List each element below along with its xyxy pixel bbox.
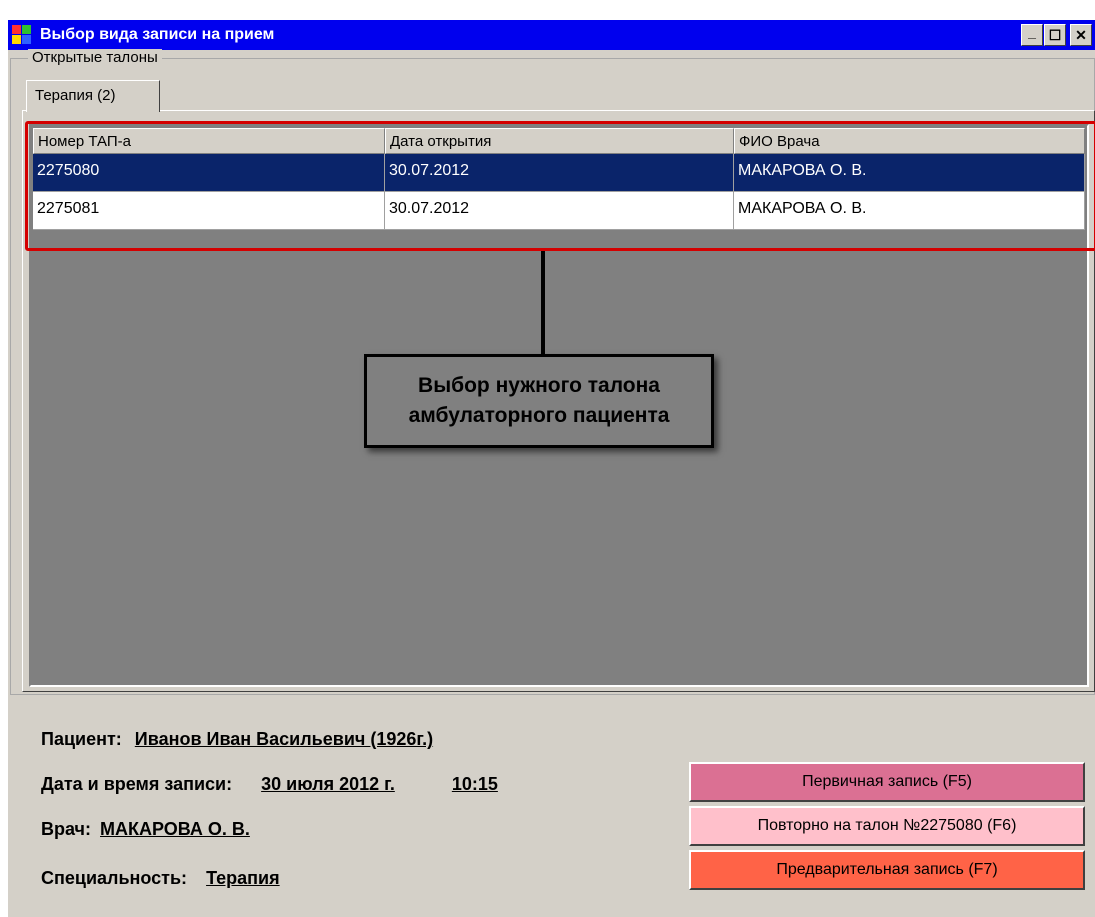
preliminary-appointment-label: Предварительная запись (F7) — [776, 861, 998, 878]
specialty-value: Терапия — [206, 868, 280, 888]
annotation-line-1: Выбор нужного талона — [418, 374, 660, 397]
annotation-callout: Выбор нужного талона амбулаторного пацие… — [364, 354, 714, 448]
close-button[interactable]: ✕ — [1070, 24, 1092, 46]
open-tickets-group-label: Открытые талоны — [28, 49, 162, 66]
repeat-ticket-label: Повторно на талон №2275080 (F6) — [757, 817, 1017, 834]
doctor-value: МАКАРОВА О. В. — [100, 819, 250, 839]
title-bar[interactable]: Выбор вида записи на прием _ ☐ ✕ — [8, 20, 1095, 50]
highlight-frame — [25, 121, 1095, 251]
dialog-window: Выбор вида записи на прием _ ☐ ✕ Открыты… — [8, 20, 1095, 917]
tab-therapy[interactable]: Терапия (2) — [26, 80, 160, 112]
minimize-icon: _ — [1028, 24, 1036, 40]
minimize-button[interactable]: _ — [1021, 24, 1043, 46]
maximize-button[interactable]: ☐ — [1044, 24, 1066, 46]
patient-value: Иванов Иван Васильевич (1926г.) — [134, 729, 434, 749]
primary-appointment-label: Первичная запись (F5) — [802, 773, 972, 790]
doctor-line: Врач: МАКАРОВА О. В. — [41, 819, 250, 840]
maximize-icon: ☐ — [1048, 27, 1062, 43]
callout-connector-line — [541, 251, 545, 358]
close-icon: ✕ — [1075, 27, 1087, 43]
date-value: 30 июля 2012 г. — [261, 774, 395, 794]
datetime-line: Дата и время записи: 30 июля 2012 г. 10:… — [41, 774, 498, 795]
window-title: Выбор вида записи на прием — [40, 26, 275, 43]
patient-line: Пациент: Иванов Иван Васильевич (1926г.) — [41, 729, 433, 750]
primary-appointment-button[interactable]: Первичная запись (F5) — [689, 762, 1085, 802]
tab-therapy-label: Терапия (2) — [35, 87, 116, 104]
annotation-line-2: амбулаторного пациента — [408, 404, 670, 427]
specialty-label: Специальность: — [41, 868, 188, 888]
doctor-label: Врач: — [41, 819, 92, 839]
app-icon — [12, 25, 32, 45]
datetime-label: Дата и время записи: — [41, 774, 233, 794]
specialty-line: Специальность: Терапия — [41, 868, 280, 889]
time-value: 10:15 — [451, 774, 498, 794]
patient-label: Пациент: — [41, 729, 122, 749]
repeat-ticket-button[interactable]: Повторно на талон №2275080 (F6) — [689, 806, 1085, 846]
preliminary-appointment-button[interactable]: Предварительная запись (F7) — [689, 850, 1085, 890]
